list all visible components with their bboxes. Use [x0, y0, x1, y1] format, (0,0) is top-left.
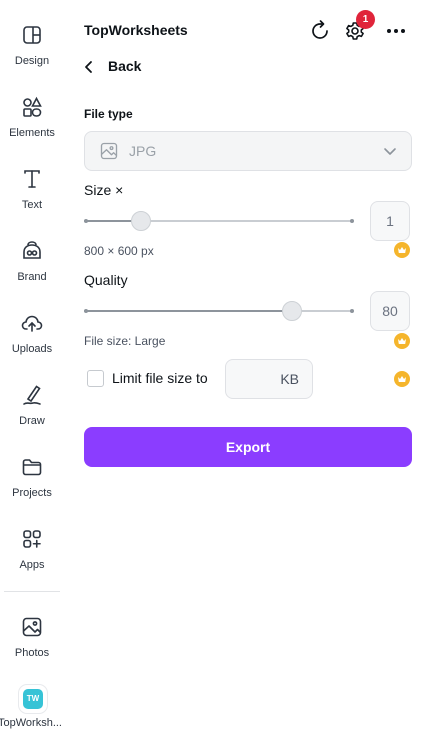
premium-crown-icon — [394, 371, 410, 387]
sidebar-item-projects[interactable]: Projects — [0, 455, 64, 519]
file-size-estimate: File size: Large — [84, 334, 166, 348]
sidebar-item-elements[interactable]: Elements — [0, 95, 64, 159]
quality-input[interactable]: 80 — [370, 291, 410, 331]
topworksheets-logo: TW — [23, 689, 43, 709]
size-dimensions: 800 × 600 px — [84, 244, 154, 258]
refresh-button[interactable] — [307, 18, 333, 44]
image-icon — [100, 142, 118, 160]
limit-size-unit: KB — [280, 371, 299, 387]
limit-size-input[interactable] — [232, 368, 272, 390]
app-tile-topworksheets[interactable]: TW — [19, 685, 47, 713]
sidebar: Design Elements Text Brand Uploads Draw — [0, 0, 64, 755]
size-input[interactable]: 1 — [370, 201, 410, 241]
limit-size-field[interactable]: KB — [225, 359, 313, 399]
sidebar-item-label: Draw — [19, 415, 45, 427]
sidebar-item-draw[interactable]: Draw — [0, 383, 64, 447]
sidebar-item-uploads[interactable]: Uploads — [0, 311, 64, 375]
uploads-icon — [21, 315, 43, 332]
refresh-icon — [312, 20, 328, 39]
slider-thumb[interactable] — [281, 301, 302, 321]
text-icon — [24, 170, 40, 188]
brand-icon — [23, 241, 41, 259]
slider-fill — [84, 310, 292, 312]
sidebar-item-label: Brand — [17, 271, 47, 283]
sidebar-item-label: Uploads — [11, 343, 53, 355]
sidebar-item-label: Photos — [14, 647, 50, 659]
file-type-label: File type — [84, 107, 133, 121]
sidebar-item-brand[interactable]: Brand — [0, 239, 64, 303]
photos-icon — [22, 617, 42, 637]
sidebar-divider — [4, 591, 60, 592]
slider-max-dot — [350, 309, 354, 313]
notification-badge: 1 — [356, 10, 375, 29]
chevron-left-icon — [85, 61, 92, 73]
sidebar-item-apps[interactable]: Apps — [0, 527, 64, 591]
quality-label: Quality — [84, 272, 128, 288]
elements-icon — [23, 96, 42, 117]
slider-min-dot — [84, 309, 88, 313]
size-label: Size × — [84, 182, 124, 198]
sidebar-item-label: Apps — [19, 559, 45, 571]
draw-icon — [23, 385, 41, 405]
sidebar-item-photos[interactable]: Photos — [0, 615, 64, 679]
slider-max-dot — [350, 219, 354, 223]
quality-slider[interactable] — [84, 300, 354, 322]
projects-icon — [22, 459, 42, 476]
limit-file-size-checkbox[interactable] — [87, 370, 104, 387]
slider-thumb[interactable] — [130, 211, 151, 231]
limit-file-size-label: Limit file size to — [112, 370, 208, 386]
back-label: Back — [108, 58, 142, 74]
sidebar-item-label: Design — [14, 55, 50, 67]
more-options-button[interactable] — [383, 18, 409, 44]
more-icon — [387, 29, 405, 33]
slider-min-dot — [84, 219, 88, 223]
panel-title: TopWorksheets — [84, 22, 188, 38]
sidebar-item-label: Elements — [9, 127, 55, 139]
sidebar-item-label: Text — [21, 199, 43, 211]
export-button[interactable]: Export — [84, 427, 412, 467]
premium-crown-icon — [394, 242, 410, 258]
premium-crown-icon — [394, 333, 410, 349]
file-type-value: JPG — [129, 143, 157, 159]
app-tile-label: TopWorksh... — [0, 717, 62, 729]
design-icon — [23, 26, 41, 44]
sidebar-item-text[interactable]: Text — [0, 167, 64, 231]
sidebar-item-label: Projects — [12, 487, 52, 499]
chevron-down-icon — [384, 148, 396, 155]
apps-icon — [23, 530, 41, 548]
file-type-select[interactable]: JPG — [84, 131, 412, 171]
sidebar-item-design[interactable]: Design — [0, 23, 64, 87]
size-slider[interactable] — [84, 210, 354, 232]
